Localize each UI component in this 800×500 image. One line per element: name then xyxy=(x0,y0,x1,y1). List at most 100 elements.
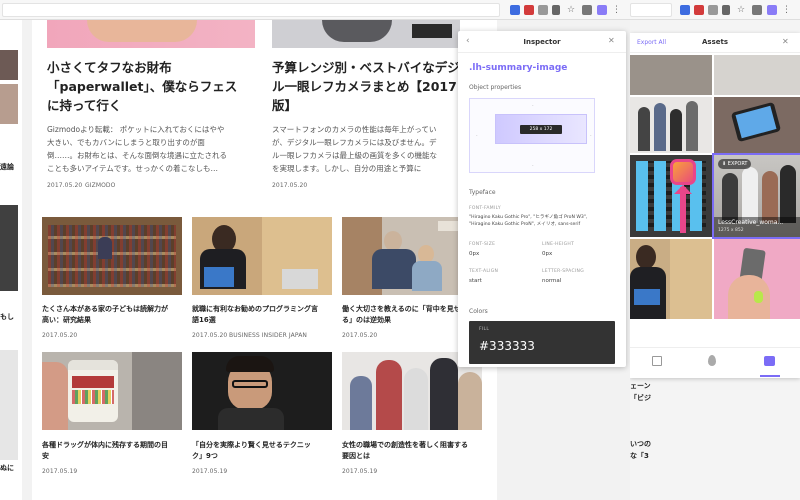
page-snippet: いつの な「3 xyxy=(630,440,651,460)
fill-label: FILL xyxy=(479,327,490,332)
close-icon[interactable]: ✕ xyxy=(782,37,789,46)
page-snippet: ェーン 「ビジ xyxy=(630,382,651,402)
line-height-value[interactable]: 0px xyxy=(542,250,552,258)
article-date: 2017.05.19 xyxy=(42,468,78,475)
assets-icon[interactable] xyxy=(764,356,775,366)
bolt-icon[interactable] xyxy=(552,5,560,15)
object-properties-label: Object properties xyxy=(469,84,522,91)
extension-icon[interactable] xyxy=(538,5,548,15)
gmail-icon[interactable] xyxy=(694,5,704,15)
article-title[interactable]: 働く大切さを教えるのに「背中を見せ る」のは逆効果 xyxy=(342,304,461,326)
asset-thumbnail[interactable] xyxy=(630,55,712,95)
article-thumbnail[interactable] xyxy=(192,352,332,430)
typeface-label: Typeface xyxy=(469,189,496,196)
article-title[interactable]: 予算レンジ別・ベストバイなデジタ ル一眼レフカメラまとめ【2017 版】 xyxy=(272,58,472,115)
article-source: GIZMODO xyxy=(85,182,116,189)
asset-thumbnail[interactable] xyxy=(630,97,712,153)
assets-panel: Export All Assets ✕ ⬇ EXPORT LessCreativ… xyxy=(630,33,800,378)
export-all-button[interactable]: Export All xyxy=(637,39,666,46)
article-date: 2017.05.20 xyxy=(192,332,228,339)
drop-icon[interactable] xyxy=(708,355,716,366)
inspector-title: Inspector xyxy=(523,38,561,46)
bolt-icon[interactable] xyxy=(722,5,730,15)
article-source: BUSINESS INSIDER JAPAN xyxy=(229,332,308,339)
assets-title: Assets xyxy=(702,38,729,46)
box-model: 258 x 172 - - - - xyxy=(469,98,595,173)
browser-toolbar: ☆ ⋮ xyxy=(630,0,800,20)
browser-window-right: ☆ ⋮ ェーン 「ビジ いつの な「3 Export All Assets ✕ xyxy=(630,0,800,500)
article-title[interactable]: 「自分を実際より賢く見せるテクニッ ク」9つ xyxy=(192,440,311,462)
article-title[interactable]: 小さくてタフなお財布 「paperwallet」、僕ならフェス に持って行く xyxy=(47,58,262,115)
menu-icon[interactable]: ⋮ xyxy=(612,5,622,15)
asset-thumbnail[interactable] xyxy=(714,97,800,153)
article-thumbnail[interactable] xyxy=(42,352,182,430)
inspector-header: ‹ Inspector ✕ xyxy=(458,31,626,53)
font-family-label: FONT-FAMILY xyxy=(469,206,501,211)
sidebar-snippet: 遠論 xyxy=(0,163,14,171)
element-box: 258 x 172 xyxy=(495,114,587,144)
address-bar[interactable] xyxy=(2,3,500,17)
article-title[interactable]: たくさん本がある家の子どもは読解力が 高い：研究結果 xyxy=(42,304,168,326)
fill-value[interactable]: #333333 xyxy=(479,339,535,353)
article-title[interactable]: 就職に有利なお勧めのプログラミング言 語16選 xyxy=(192,304,318,326)
article-date: 2017.05.20 xyxy=(342,332,378,339)
asset-name: LessCreative_woma... xyxy=(718,219,784,226)
export-badge[interactable]: ⬇ EXPORT xyxy=(718,159,752,169)
text-align-label: TEXT-ALIGN xyxy=(469,269,499,274)
extension-icon[interactable] xyxy=(752,5,762,15)
extension-icon[interactable] xyxy=(510,5,520,15)
text-align-value[interactable]: start xyxy=(469,277,482,285)
star-icon[interactable]: ☆ xyxy=(567,5,577,15)
inspector-extension-icon[interactable] xyxy=(767,5,777,15)
article-date: 2017.05.20 xyxy=(42,332,78,339)
star-icon[interactable]: ☆ xyxy=(737,5,747,15)
sidebar-snippet: もし xyxy=(0,313,14,321)
assets-footer xyxy=(630,347,800,378)
gmail-icon[interactable] xyxy=(524,5,534,15)
letter-spacing-label: LETTER-SPACING xyxy=(542,269,584,274)
selector-name[interactable]: .lh-summary-image xyxy=(469,63,567,73)
asset-thumbnail-highlighted[interactable]: ⬇ EXPORT LessCreative_woma... 1275 x 852 xyxy=(712,153,800,239)
size-badge: 258 x 172 xyxy=(520,125,562,134)
assets-header: Export All Assets ✕ xyxy=(630,33,800,53)
menu-icon[interactable]: ⋮ xyxy=(782,5,792,15)
article-thumbnail[interactable] xyxy=(192,217,332,295)
extension-icon[interactable] xyxy=(680,5,690,15)
extension-icon[interactable] xyxy=(582,5,592,15)
screen: ☆ ⋮ 遠論 もし ぬに 小さくてタフなお財布 「paperwallet」、僕な… xyxy=(0,0,800,500)
asset-thumbnail[interactable] xyxy=(714,55,800,95)
line-height-label: LINE-HEIGHT xyxy=(542,242,575,247)
asset-thumbnail[interactable] xyxy=(714,239,800,319)
fill-swatch[interactable]: FILL #333333 xyxy=(469,321,615,364)
article-date: 2017.05.19 xyxy=(342,468,378,475)
article-date: 2017.05.20 xyxy=(47,182,83,189)
browser-toolbar: ☆ ⋮ xyxy=(0,0,630,20)
article-excerpt: Gizmodoより転載： ポケットに入れておくにはやや 大きい、でもカバンにしま… xyxy=(47,125,227,173)
inspector-panel: ‹ Inspector ✕ .lh-summary-image Object p… xyxy=(458,31,626,367)
article-date: 2017.05.19 xyxy=(192,468,228,475)
inspector-extension-icon[interactable] xyxy=(597,5,607,15)
asset-thumbnail-selected[interactable] xyxy=(630,155,712,237)
font-family-value[interactable]: "Hiragino Kaku Gothic Pro", "ヒラギノ角ゴ ProN… xyxy=(469,214,624,228)
asset-size: 1275 x 852 xyxy=(718,228,744,233)
left-sidebar: 遠論 もし ぬに xyxy=(0,20,22,500)
article-title[interactable]: 女性の職場での創造性を著しく阻害する 要因とは xyxy=(342,440,468,462)
browser-window-left: ☆ ⋮ 遠論 もし ぬに 小さくてタフなお財布 「paperwallet」、僕な… xyxy=(0,0,630,500)
font-size-label: FONT-SIZE xyxy=(469,242,496,247)
asset-caption: LessCreative_woma... 1275 x 852 xyxy=(714,217,800,237)
article-date: 2017.05.20 xyxy=(272,182,308,189)
article-thumbnail[interactable] xyxy=(47,20,255,48)
address-bar[interactable] xyxy=(630,3,672,17)
colors-label: Colors xyxy=(469,308,488,315)
letter-spacing-value[interactable]: normal xyxy=(542,277,561,285)
article-thumbnail[interactable] xyxy=(42,217,182,295)
sidebar-snippet: ぬに xyxy=(0,464,14,472)
extension-icon[interactable] xyxy=(708,5,718,15)
article-title[interactable]: 各種ドラッグが体内に残存する期間の目 安 xyxy=(42,440,168,462)
asset-thumbnail[interactable] xyxy=(630,239,712,319)
close-icon[interactable]: ✕ xyxy=(608,36,615,45)
article-thumbnail[interactable] xyxy=(272,20,460,48)
layout-icon[interactable] xyxy=(652,356,662,366)
active-tab-indicator xyxy=(760,375,780,377)
font-size-value[interactable]: 0px xyxy=(469,250,479,258)
